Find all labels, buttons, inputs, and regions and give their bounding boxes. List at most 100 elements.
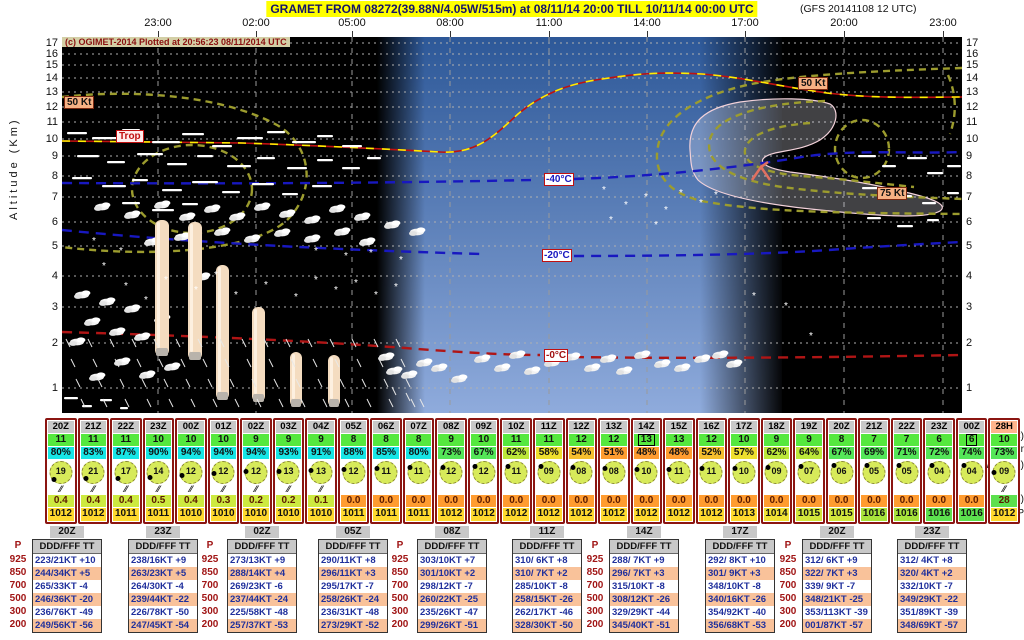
surface-column: 10Z 11 62% 11 0.0 1012 (500, 418, 532, 524)
rain-symbol: ⁄⁄ (254, 484, 258, 494)
upper-wind-row: 225/58KT -48 (230, 607, 289, 618)
slp-cell: 1012 (48, 508, 74, 521)
surface-column: 05Z 8 88% 12 0.0 1011 (337, 418, 370, 524)
altitude-tick-left: 7 (51, 191, 58, 203)
altitude-tick-right: 2 (966, 337, 973, 349)
rain-symbol: ⁄⁄ (156, 484, 160, 494)
wind-cell: 11 (699, 460, 725, 484)
cirrus-streak (867, 217, 881, 220)
model-info: (GFS 20141108 12 UTC) (800, 3, 917, 15)
pressure-axis-title: P (784, 540, 792, 551)
upper-wind-row: 301/10KT +2 (418, 567, 486, 580)
rain-symbol (665, 484, 693, 495)
wind-speed: 12 (250, 466, 261, 476)
altitude-tick-left: 12 (45, 101, 58, 113)
cirrus-streak (367, 157, 381, 160)
upper-wind-row: 354/92KT -40 (708, 607, 767, 618)
humidity-cell: 51% (601, 447, 627, 459)
cirrus-streak (167, 163, 187, 166)
upper-wind-row: 265/33KT -4 (35, 581, 88, 592)
rain-symbol: ⁄⁄ (319, 484, 323, 494)
rain-symbol: ⁄⁄ (124, 484, 128, 494)
snow-symbol: * (644, 192, 648, 203)
wind-speed: 11 (381, 466, 391, 476)
snow-symbol: * (164, 275, 168, 286)
rain-symbol (502, 484, 530, 495)
wind-speed: 12 (348, 466, 359, 476)
precip-cell: 0.0 (861, 495, 887, 507)
temp-cell: 11 (48, 434, 74, 446)
pressure-level-label: 700 (586, 580, 604, 591)
time-axis-label: 23:00 (144, 17, 172, 29)
isotherm-0-label: -0°C (544, 349, 569, 362)
upper-wind-row: 296/ 7KT +3 (610, 567, 678, 580)
humidity-cell: 85% (373, 447, 399, 459)
wind-speed: 12 (185, 466, 196, 476)
slp-cell: 1016 (958, 508, 985, 521)
hour-header: 04Z (308, 421, 334, 433)
hour-header: 01Z (210, 421, 237, 433)
wind-speed: 09 (771, 466, 782, 476)
altitude-tick-left: 6 (51, 216, 58, 228)
upper-group-time: 23Z (915, 526, 949, 538)
temp-cell: 7 (861, 434, 887, 446)
upper-col-header: DDD/FFF TT (418, 540, 486, 554)
wind-cell: 06 (829, 460, 855, 484)
upper-col-header: DDD/FFF TT (129, 540, 197, 554)
cirrus-streak (882, 165, 896, 168)
cirrus-streak (100, 399, 112, 402)
upper-group-box: DDD/FFF TT 238/16KT +9 263/23KT +5 264/30KT… (128, 539, 198, 633)
wind-speed: 13 (283, 466, 294, 476)
hour-header: 20Z (828, 421, 855, 433)
upper-wind-row: 310/ 7KT +2 (513, 567, 581, 580)
temp-cell: 10 (210, 434, 237, 446)
wind-speed: 07 (803, 466, 814, 476)
humidity-cell: 54% (568, 447, 595, 459)
slp-cell: 1011 (373, 508, 399, 521)
credit-text: (c) OGIMET-2014 Plotted at 20:56:23 08/1… (62, 37, 290, 47)
altitude-tick-left: 2 (51, 337, 58, 349)
upper-wind-row: 237/44KT -24 (228, 593, 296, 606)
upper-group-time: 23Z (146, 526, 180, 538)
hour-header: 00Z (178, 421, 204, 433)
pressure-level-label: 200 (779, 619, 797, 630)
wind-cell: 12 (438, 460, 464, 484)
convective-tower (328, 355, 340, 407)
upper-wind-row: 285/10KT -8 (515, 581, 568, 592)
snow-symbol: * (784, 301, 788, 312)
altitude-tick-left: 3 (51, 301, 58, 313)
wind-cell: 19 (48, 460, 74, 484)
wind-cell: 14 (146, 460, 172, 484)
altitude-tick-left: 14 (45, 72, 58, 84)
cirrus-streak (317, 135, 333, 138)
upper-wind-row: 332/10KT -7 (900, 581, 953, 592)
precip-cell: 0.0 (340, 495, 367, 507)
wind-cell: 13 (308, 460, 334, 484)
precip-cell: 0.0 (405, 495, 432, 507)
upper-group-box: DDD/FFF TT 312/ 6KT +9 322/ 7KT +3 339/ 9KT… (802, 539, 872, 633)
cirrus-streak (120, 407, 128, 410)
surface-column: 17Z 10 57% 10 0.0 1013 (728, 418, 760, 524)
slp-cell: 1010 (178, 508, 204, 521)
precip-cell: 28 (991, 495, 1017, 507)
upper-group-time: 11Z (530, 526, 564, 538)
upper-wind-row: 246/36KT -20 (33, 593, 101, 606)
slp-cell: 1010 (243, 508, 269, 521)
wind-cell: 12 (178, 460, 204, 484)
altitude-tick-right: 11 (966, 116, 978, 128)
wind-speed: 12 (218, 466, 229, 476)
cirrus-streak (72, 177, 92, 180)
altitude-tick-right: 16 (966, 48, 979, 60)
slp-cell: 1016 (926, 508, 952, 521)
upper-wind-row: 226/78KT -50 (131, 607, 190, 618)
humidity-cell: 94% (243, 447, 269, 459)
cirrus-streak (927, 219, 939, 222)
surface-column: 22Z 11 87% 17 ⁄⁄ 0.4 1011 (110, 418, 142, 524)
upper-wind-row: 315/10KT -8 (612, 581, 665, 592)
upper-wind-row: 299/26KT -51 (418, 619, 486, 632)
hour-header: 23Z (926, 421, 952, 433)
surface-column: 00Z 6 74% 04 0.0 1016 (955, 418, 988, 524)
cirrus-streak (947, 165, 961, 168)
hour-header: 00Z (958, 421, 985, 433)
upper-wind-group: 23Z DDD/FFF TT 238/16KT +9 263/23KT +5 264/3… (128, 526, 198, 633)
